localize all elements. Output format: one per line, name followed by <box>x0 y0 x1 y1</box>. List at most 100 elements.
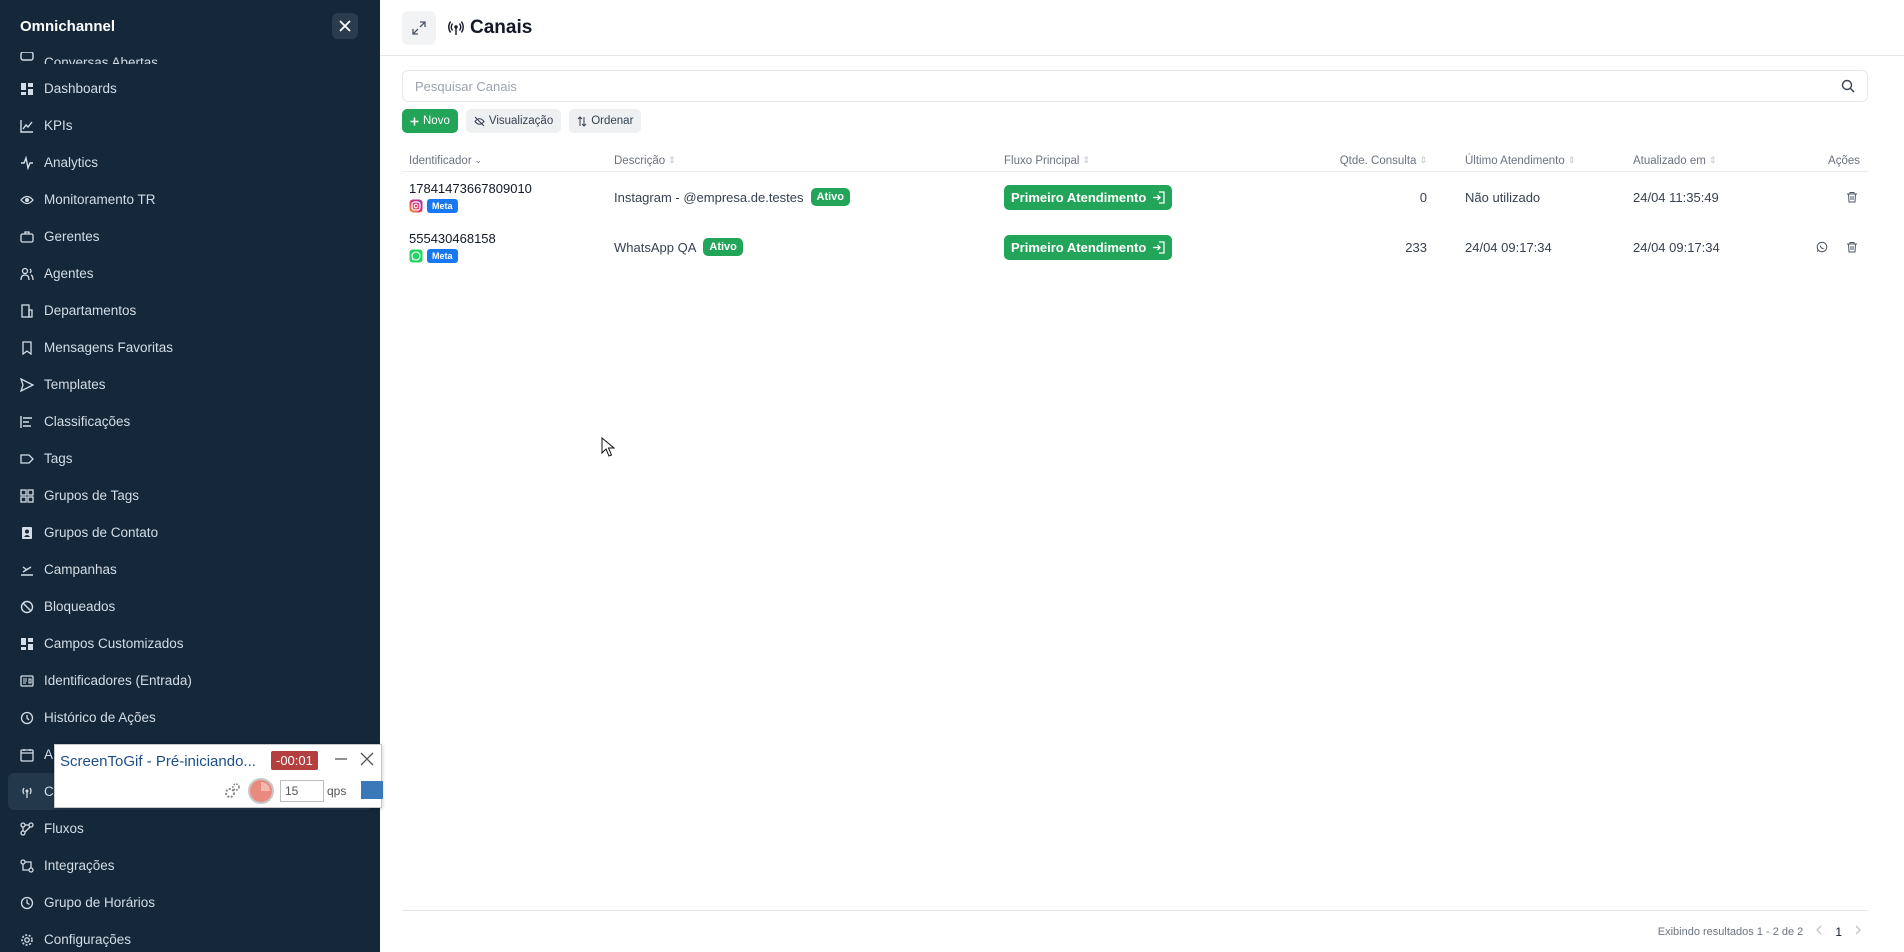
sidebar-item-campos-customizados[interactable]: Campos Customizados <box>0 625 380 662</box>
minimize-icon <box>335 758 347 760</box>
sort-button[interactable]: Ordenar <box>569 109 642 133</box>
column-header-identificador[interactable]: Identificador ⌄ <box>402 155 614 167</box>
search-input[interactable] <box>415 78 1841 94</box>
close-sidebar-button[interactable] <box>332 13 358 39</box>
screentogif-record-button[interactable] <box>248 778 274 804</box>
sidebar-item-bloqueados[interactable]: Bloqueados <box>0 588 380 625</box>
sidebar-item-classificacoes[interactable]: Classificações <box>0 403 380 440</box>
sidebar-item-configuracoes[interactable]: Configurações <box>0 921 380 952</box>
screentogif-title: ScreenToGif - Pré-iniciando... <box>60 753 256 770</box>
sidebar-item-tags[interactable]: Tags <box>0 440 380 477</box>
sidebar-item-fluxos[interactable]: Fluxos <box>0 810 380 847</box>
block-icon <box>19 599 34 614</box>
cell-identificador: 555430468158 Meta <box>402 231 614 263</box>
column-header-descricao[interactable]: Descrição ⇕ <box>614 155 1004 167</box>
instagram-icon <box>409 199 423 213</box>
chevron-right-icon <box>1855 925 1861 935</box>
provider-badge: Meta <box>427 199 458 213</box>
page-title: Canais <box>448 17 532 39</box>
table-row[interactable]: 17841473667809010 Meta Instagram - @empr… <box>402 172 1868 222</box>
trash-icon <box>1847 192 1857 203</box>
sidebar-item-grupos-de-tags[interactable]: Grupos de Tags <box>0 477 380 514</box>
flow-link-button[interactable]: Primeiro Atendimento <box>1004 184 1173 210</box>
channel-id: 17841473667809010 <box>409 181 532 196</box>
gear-icon <box>19 932 34 947</box>
prev-page-button[interactable] <box>1815 925 1823 938</box>
gears-icon <box>225 783 240 798</box>
provider-badge: Meta <box>427 249 458 263</box>
app-title: Omnichannel <box>20 17 116 35</box>
eye-icon <box>19 192 34 207</box>
cell-qtde-consulta: 0 <box>1419 189 1427 205</box>
sort-icon <box>577 115 587 127</box>
contact-book-icon <box>19 525 34 540</box>
record-icon <box>252 782 270 800</box>
page-number[interactable]: 1 <box>1835 925 1842 939</box>
flow-icon <box>19 821 34 836</box>
column-header-atualizado-em[interactable]: Atualizado em ⇕ <box>1633 155 1803 167</box>
dashboard-icon <box>19 636 34 651</box>
sidebar-item-departamentos[interactable]: Departamentos <box>0 292 380 329</box>
table-row[interactable]: 555430468158 Meta WhatsApp QA Ativo Prim… <box>402 222 1868 272</box>
chevron-left-icon <box>1816 925 1822 935</box>
sidebar-item-grupos-de-contato[interactable]: Grupos de Contato <box>0 514 380 551</box>
cell-descricao: Instagram - @empresa.de.testes Ativo <box>614 188 1004 206</box>
sidebar-header: Omnichannel <box>0 0 380 52</box>
sidebar-item-integracoes[interactable]: Integrações <box>0 847 380 884</box>
channel-description: WhatsApp QA <box>614 239 697 255</box>
delete-button[interactable] <box>1844 189 1860 205</box>
search-button[interactable] <box>1841 79 1855 93</box>
sidebar-item-dashboards[interactable]: Dashboards <box>0 70 380 107</box>
new-button[interactable]: Novo <box>402 109 458 133</box>
eye-off-icon <box>474 116 485 127</box>
column-header-acoes: Ações <box>1828 154 1860 167</box>
sidebar-item-gerentes[interactable]: Gerentes <box>0 218 380 255</box>
sidebar-item-campanhas[interactable]: Campanhas <box>0 551 380 588</box>
sidebar-item-grupo-de-horarios[interactable]: Grupo de Horários <box>0 884 380 921</box>
column-header-fluxo-principal[interactable]: Fluxo Principal ⇕ <box>1004 155 1308 167</box>
next-page-button[interactable] <box>1854 925 1862 938</box>
sidebar-item-templates[interactable]: Templates <box>0 366 380 403</box>
screentogif-settings-button[interactable] <box>223 782 241 800</box>
sort-icon: ⇕ <box>1567 155 1576 165</box>
sidebar-item-identificadores[interactable]: Identificadores (Entrada) <box>0 662 380 699</box>
dashboard-icon <box>19 81 34 96</box>
close-icon <box>360 752 374 766</box>
flow-link-button[interactable]: Primeiro Atendimento <box>1004 234 1173 260</box>
campaign-icon <box>19 562 34 577</box>
delete-button[interactable] <box>1844 239 1860 255</box>
screentogif-minimize-button[interactable] <box>331 749 351 769</box>
sidebar-item-historico-de-acoes[interactable]: Histórico de Ações <box>0 699 380 736</box>
cell-descricao: WhatsApp QA Ativo <box>614 238 1004 256</box>
toolbar: Novo Visualização Ordenar <box>402 109 642 133</box>
sort-icon: ⇕ <box>1708 155 1717 165</box>
table-footer: Exibindo resultados 1 - 2 de 2 1 <box>402 910 1868 952</box>
broadcast-icon <box>19 784 34 799</box>
enter-icon <box>1153 240 1165 254</box>
cell-ultimo-atendimento: Não utilizado <box>1465 189 1541 205</box>
whatsapp-action-button[interactable] <box>1814 239 1830 255</box>
send-icon <box>19 377 34 392</box>
close-icon <box>339 20 351 32</box>
sidebar-item-mensagens-favoritas[interactable]: Mensagens Favoritas <box>0 329 380 366</box>
top-bar: Canais <box>380 0 1904 56</box>
sidebar-item-kpis[interactable]: KPIs <box>0 107 380 144</box>
sidebar-item-agentes[interactable]: Agentes <box>0 255 380 292</box>
sidebar-nav-items: Dashboards KPIs Analytics Monitoramento … <box>0 70 380 952</box>
main-content: Canais Novo Visualização Ordenar Identif… <box>380 0 1904 952</box>
table-header: Identificador ⌄ Descrição ⇕ Fluxo Principa… <box>402 150 1868 172</box>
users-icon <box>19 266 34 281</box>
line-chart-icon <box>19 118 34 133</box>
screentogif-close-button[interactable] <box>357 749 377 769</box>
view-button[interactable]: Visualização <box>465 109 562 133</box>
cell-acoes <box>1803 189 1868 205</box>
sidebar-item-monitoramento-tr[interactable]: Monitoramento TR <box>0 181 380 218</box>
trash-icon <box>1847 242 1857 253</box>
expand-button[interactable] <box>402 10 436 45</box>
screentogif-fps-input[interactable]: 15 <box>280 780 324 802</box>
sidebar-item-analytics[interactable]: Analytics <box>0 144 380 181</box>
column-header-ultimo-atendimento[interactable]: Último Atendimento ⇕ <box>1427 155 1633 167</box>
tag-icon <box>19 451 34 466</box>
column-header-qtde-consulta[interactable]: Qtde. Consulta ⇕ <box>1308 155 1427 167</box>
broadcast-icon <box>448 20 464 36</box>
